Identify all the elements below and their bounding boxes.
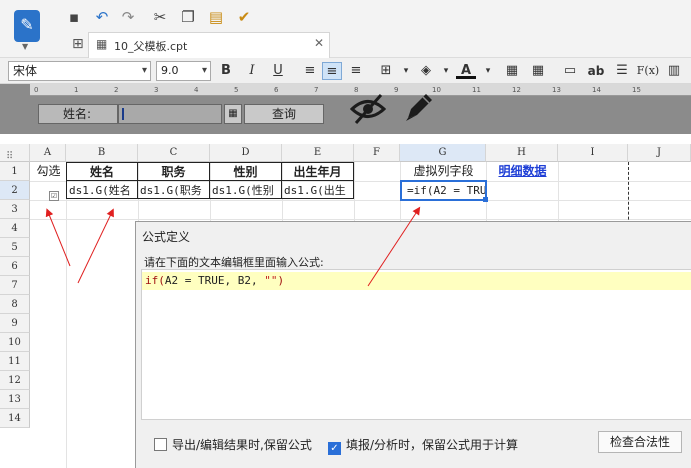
annotation-arrow-b2 [77, 208, 114, 284]
annotation-arrows [45, 206, 421, 287]
annotation-arrow-a2 [45, 208, 71, 267]
annotation-arrow-g2 [367, 206, 421, 287]
